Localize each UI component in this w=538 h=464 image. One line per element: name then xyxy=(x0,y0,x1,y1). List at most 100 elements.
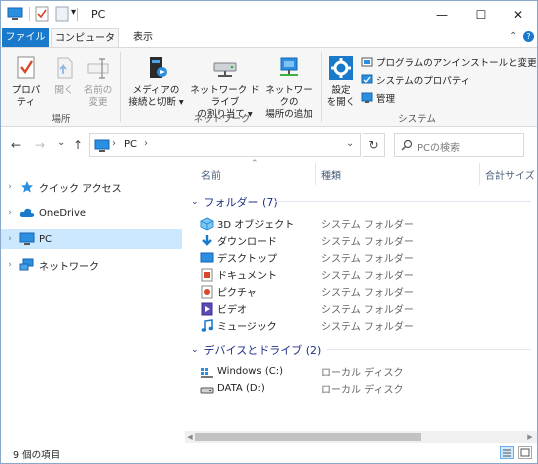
column-divider[interactable] xyxy=(315,163,316,185)
settings-label-2: を開く xyxy=(326,97,356,108)
properties-icon xyxy=(12,54,40,82)
breadcrumb-separator[interactable]: › xyxy=(112,138,116,149)
status-bar: 9 個の項目 xyxy=(1,443,537,463)
tab-computer[interactable]: コンピューター xyxy=(51,28,119,63)
search-box[interactable]: PCの検索 xyxy=(394,133,524,157)
group-header-folders[interactable]: ⌄ フォルダー (7) xyxy=(191,194,531,210)
list-item[interactable]: Windows (C:) ローカル ディスク xyxy=(199,363,403,380)
list-item[interactable]: DATA (D:) ローカル ディスク xyxy=(199,380,403,397)
scroll-right-icon[interactable]: ▶ xyxy=(525,431,535,443)
cube-icon xyxy=(199,216,214,231)
rename-button[interactable]: 名前の 変更 xyxy=(81,54,115,109)
list-item[interactable]: ドキュメント システム フォルダー xyxy=(199,266,414,283)
ribbon-divider xyxy=(120,52,121,122)
recent-locations-button[interactable]: ⌄ xyxy=(57,137,65,148)
map-drive-label-1: ネットワーク ドライブ xyxy=(190,85,260,108)
collapse-chevron-icon[interactable]: ⌄ xyxy=(191,197,199,207)
refresh-button[interactable]: ↻ xyxy=(363,133,385,157)
item-name: Windows (C:) xyxy=(217,366,283,377)
item-type: システム フォルダー xyxy=(321,305,414,316)
breadcrumb-pc[interactable]: PC xyxy=(124,139,137,150)
download-icon xyxy=(199,234,214,248)
item-count: 9 個の項目 xyxy=(13,450,61,461)
back-button[interactable]: ← xyxy=(11,138,21,152)
system-properties-icon xyxy=(361,74,373,86)
windows-drive-icon xyxy=(199,365,214,379)
ribbon: プロパティ 開く 名前の 変更 場所 メディアの 接続と切断 ▾ ネットワーク … xyxy=(1,47,537,127)
pc-icon xyxy=(19,231,35,247)
large-icons-view-button[interactable] xyxy=(518,446,532,459)
nav-item-network[interactable]: › ネットワーク xyxy=(1,255,182,275)
close-button[interactable]: ✕ xyxy=(499,1,537,28)
scrollbar-thumb[interactable] xyxy=(195,433,421,441)
item-type: ローカル ディスク xyxy=(321,368,404,379)
item-name: ダウンロード xyxy=(217,237,277,248)
minimize-button[interactable]: — xyxy=(423,1,461,28)
network-drive-icon xyxy=(211,54,239,82)
up-button[interactable]: ↑ xyxy=(73,138,83,152)
horizontal-scrollbar[interactable]: ◀ ▶ xyxy=(185,431,537,443)
customize-quick-access-icon[interactable]: ▾ xyxy=(71,7,76,23)
list-item[interactable]: デスクトップ システム フォルダー xyxy=(199,249,414,266)
expand-chevron-icon[interactable]: › xyxy=(1,260,19,270)
content-pane: ⌃ 名前 種類 合計サイズ ⌄ フォルダー (7) 3D オブジェクト システム… xyxy=(187,159,537,431)
properties-quick-icon[interactable] xyxy=(35,6,49,22)
address-dropdown-icon[interactable]: ⌄ xyxy=(346,138,354,149)
list-item[interactable]: ビデオ システム フォルダー xyxy=(199,300,414,317)
tab-view[interactable]: 表示 xyxy=(123,28,163,47)
tab-file[interactable]: ファイル xyxy=(2,28,49,47)
uninstall-icon xyxy=(361,56,373,68)
rename-label-2: 変更 xyxy=(88,97,108,108)
properties-button[interactable]: プロパティ xyxy=(7,54,45,109)
ribbon-tabs: ファイル コンピューター 表示 ⌃ ? xyxy=(1,28,537,63)
breadcrumb-chevron[interactable]: › xyxy=(144,138,148,149)
expand-chevron-icon[interactable]: › xyxy=(1,234,19,244)
media-label-1: メディアの xyxy=(132,85,180,96)
collapse-chevron-icon[interactable]: ⌄ xyxy=(191,345,199,355)
group-label-system: システム xyxy=(398,114,436,125)
nav-item-pc[interactable]: › PC xyxy=(1,229,182,249)
new-folder-quick-icon[interactable] xyxy=(55,6,69,22)
item-type: システム フォルダー xyxy=(321,237,414,248)
manage-label: 管理 xyxy=(376,94,396,105)
maximize-button[interactable]: ☐ xyxy=(462,1,500,28)
nav-label: クイック アクセス xyxy=(39,183,122,195)
nav-item-quick-access[interactable]: › クイック アクセス xyxy=(1,177,182,197)
media-connect-button[interactable]: メディアの 接続と切断 ▾ xyxy=(125,54,187,109)
item-type: システム フォルダー xyxy=(321,288,414,299)
item-type: システム フォルダー xyxy=(321,254,414,265)
details-view-button[interactable] xyxy=(500,446,514,459)
cloud-icon xyxy=(19,205,35,221)
rename-label-1: 名前の xyxy=(83,85,113,96)
open-button[interactable]: 開く xyxy=(49,54,79,97)
column-divider[interactable] xyxy=(479,163,480,185)
open-settings-button[interactable]: 設定 を開く xyxy=(325,54,357,109)
list-item[interactable]: ピクチャ システム フォルダー xyxy=(199,283,414,300)
manage-button[interactable]: 管理 xyxy=(361,90,395,106)
list-item[interactable]: ダウンロード システム フォルダー xyxy=(199,232,414,249)
list-item[interactable]: 3D オブジェクト システム フォルダー xyxy=(199,215,414,232)
system-properties-button[interactable]: システムのプロパティ xyxy=(361,72,470,88)
expand-chevron-icon[interactable]: › xyxy=(1,208,19,218)
media-server-icon xyxy=(142,54,170,82)
network-location-icon xyxy=(275,54,303,82)
drive-icon xyxy=(199,382,214,396)
uninstall-programs-button[interactable]: プログラムのアンインストールと変更 xyxy=(361,54,537,70)
search-placeholder: PCの検索 xyxy=(417,143,461,154)
collapse-ribbon-icon[interactable]: ⌃ xyxy=(509,31,517,42)
scroll-left-icon[interactable]: ◀ xyxy=(185,431,195,443)
column-header-name[interactable]: 名前 xyxy=(201,167,221,182)
column-header-size[interactable]: 合計サイズ xyxy=(485,167,535,182)
window-title: PC xyxy=(91,8,106,21)
group-header-drives[interactable]: ⌄ デバイスとドライブ (2) xyxy=(191,342,531,358)
list-item[interactable]: ミュージック システム フォルダー xyxy=(199,317,414,334)
nav-item-onedrive[interactable]: › OneDrive xyxy=(1,203,182,223)
star-icon xyxy=(19,179,35,195)
column-header-type[interactable]: 種類 xyxy=(321,167,341,182)
item-type: システム フォルダー xyxy=(321,322,414,333)
forward-button[interactable]: → xyxy=(35,138,45,152)
address-bar[interactable]: › PC › ⌄ xyxy=(89,133,361,157)
expand-chevron-icon[interactable]: › xyxy=(1,182,19,192)
nav-label: ネットワーク xyxy=(39,261,99,273)
help-icon[interactable]: ? xyxy=(523,31,534,42)
